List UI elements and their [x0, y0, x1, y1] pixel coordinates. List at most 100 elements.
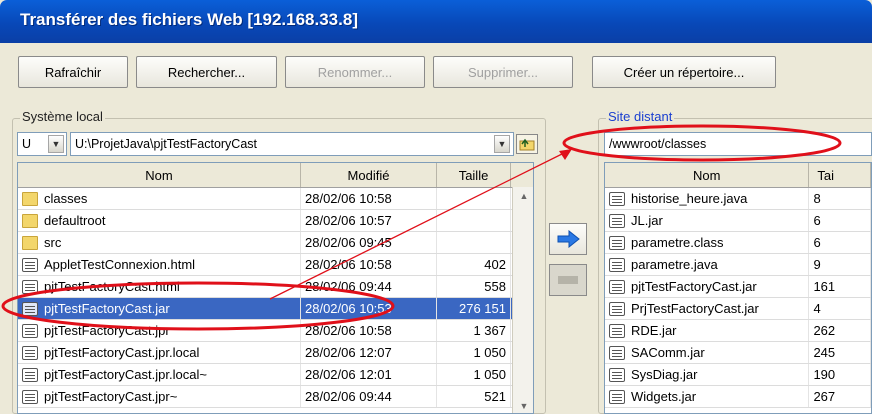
cell-name: pjtTestFactoryCast.jar [605, 276, 810, 297]
cell-size: 1 367 [437, 320, 511, 341]
table-row[interactable]: pjtTestFactoryCast.jar 28/02/06 10:53 276 … [18, 298, 533, 320]
table-row[interactable]: SysDiag.jar 190 [605, 364, 871, 386]
file-name: pjtTestFactoryCast.jpr.local [44, 345, 200, 360]
local-table-header: Nom Modifié Taille [18, 163, 533, 188]
cell-size: 161 [809, 276, 871, 297]
file-name: PrjTestFactoryCast.jar [631, 301, 759, 316]
cell-name: historise_heure.java [605, 188, 810, 209]
parent-folder-button[interactable] [516, 134, 538, 154]
cell-modified: 28/02/06 10:58 [301, 188, 437, 209]
file-icon [22, 367, 38, 382]
local-vertical-scrollbar[interactable]: ▲ ▼ [512, 187, 533, 413]
table-row[interactable]: historise_heure.java 8 [605, 188, 871, 210]
file-name: pjtTestFactoryCast.jpr.local~ [44, 367, 207, 382]
delete-button[interactable]: Supprimer... [433, 56, 573, 88]
cell-modified: 28/02/06 09:44 [301, 276, 437, 297]
cell-name: parametre.class [605, 232, 810, 253]
file-name: pjtTestFactoryCast.html [44, 279, 180, 294]
cell-size: 6 [809, 232, 871, 253]
file-icon [609, 257, 625, 272]
local-path-dropdown-icon[interactable]: ▼ [494, 135, 510, 153]
file-icon [22, 279, 38, 294]
file-icon [22, 389, 38, 404]
table-row[interactable]: pjtTestFactoryCast.jpr.local 28/02/06 12:… [18, 342, 533, 364]
cell-name: SAComm.jar [605, 342, 810, 363]
refresh-button[interactable]: Rafraîchir [18, 56, 128, 88]
table-row[interactable]: SAComm.jar 245 [605, 342, 871, 364]
remote-col-name[interactable]: Nom [605, 163, 810, 187]
cell-name: RDE.jar [605, 320, 810, 341]
cell-name: pjtTestFactoryCast.jpr [18, 320, 301, 341]
file-icon [609, 235, 625, 250]
table-row[interactable]: JL.jar 6 [605, 210, 871, 232]
cell-size: 402 [437, 254, 511, 275]
cell-name: pjtTestFactoryCast.jar [18, 298, 301, 319]
file-icon [609, 191, 625, 206]
folder-icon [22, 213, 38, 228]
file-icon [609, 323, 625, 338]
table-row[interactable]: AppletTestConnexion.html 28/02/06 10:58 40… [18, 254, 533, 276]
cell-size [437, 188, 511, 209]
table-row[interactable]: pjtTestFactoryCast.jpr~ 28/02/06 09:44 521 [18, 386, 533, 408]
drive-dropdown-icon[interactable]: ▼ [48, 135, 64, 153]
cell-size: 1 050 [437, 342, 511, 363]
cell-size: 276 151 [437, 298, 511, 319]
left-arrow-icon [558, 276, 578, 284]
create-directory-button[interactable]: Créer un répertoire... [592, 56, 776, 88]
download-button[interactable] [549, 264, 587, 296]
remote-path-select[interactable]: /wwwroot/classes [604, 132, 872, 156]
cell-modified: 28/02/06 09:44 [301, 386, 437, 407]
table-row[interactable]: pjtTestFactoryCast.jpr.local~ 28/02/06 12… [18, 364, 533, 386]
file-icon [609, 301, 625, 316]
cell-size: 267 [809, 386, 871, 407]
cell-name: parametre.java [605, 254, 810, 275]
window-titlebar[interactable]: Transférer des fichiers Web [192.168.33.… [0, 0, 872, 43]
table-row[interactable]: Widgets.jar 267 [605, 386, 871, 408]
annotation-arrow-head [559, 149, 572, 160]
cell-name: pjtTestFactoryCast.html [18, 276, 301, 297]
local-path-value: U:\ProjetJava\pjtTestFactoryCast [75, 137, 258, 151]
table-row[interactable]: defaultroot 28/02/06 10:57 [18, 210, 533, 232]
cell-name: PrjTestFactoryCast.jar [605, 298, 810, 319]
cell-size: 6 [809, 210, 871, 231]
table-row[interactable]: RDE.jar 262 [605, 320, 871, 342]
table-row[interactable]: pjtTestFactoryCast.html 28/02/06 09:44 558 [18, 276, 533, 298]
cell-modified: 28/02/06 10:58 [301, 254, 437, 275]
cell-size: 1 050 [437, 364, 511, 385]
cell-size: 4 [809, 298, 871, 319]
scroll-down-icon[interactable]: ▼ [513, 397, 533, 413]
file-name: pjtTestFactoryCast.jar [631, 279, 757, 294]
table-row[interactable]: pjtTestFactoryCast.jpr 28/02/06 10:58 1 36… [18, 320, 533, 342]
table-row[interactable]: pjtTestFactoryCast.jar 161 [605, 276, 871, 298]
table-row[interactable]: parametre.java 9 [605, 254, 871, 276]
remote-file-table[interactable]: Nom Tai historise_heure.java 8 JL.jar 6 para… [604, 162, 872, 414]
file-name: pjtTestFactoryCast.jar [44, 301, 170, 316]
cell-size: 558 [437, 276, 511, 297]
local-file-table[interactable]: Nom Modifié Taille classes 28/02/06 10:58… [17, 162, 534, 414]
local-col-name[interactable]: Nom [18, 163, 301, 187]
local-path-select[interactable]: U:\ProjetJava\pjtTestFactoryCast [70, 132, 514, 156]
local-col-size[interactable]: Taille [437, 163, 511, 187]
cell-size: 262 [809, 320, 871, 341]
rename-button[interactable]: Renommer... [285, 56, 425, 88]
local-col-modified[interactable]: Modifié [301, 163, 437, 187]
table-row[interactable]: classes 28/02/06 10:58 [18, 188, 533, 210]
remote-col-size[interactable]: Tai [809, 163, 871, 187]
file-name: SysDiag.jar [631, 367, 698, 382]
table-row[interactable]: parametre.class 6 [605, 232, 871, 254]
search-button[interactable]: Rechercher... [136, 56, 277, 88]
file-name: src [44, 235, 62, 250]
scroll-up-icon[interactable]: ▲ [513, 187, 533, 205]
file-name: JL.jar [631, 213, 663, 228]
cell-size: 8 [809, 188, 871, 209]
table-row[interactable]: src 28/02/06 09:45 [18, 232, 533, 254]
cell-size: 245 [809, 342, 871, 363]
cell-size: 9 [809, 254, 871, 275]
folder-icon [22, 191, 38, 206]
file-name: SAComm.jar [631, 345, 705, 360]
file-icon [609, 213, 625, 228]
table-row[interactable]: PrjTestFactoryCast.jar 4 [605, 298, 871, 320]
upload-button[interactable] [549, 223, 587, 255]
file-name: parametre.class [631, 235, 724, 250]
file-icon [609, 279, 625, 294]
